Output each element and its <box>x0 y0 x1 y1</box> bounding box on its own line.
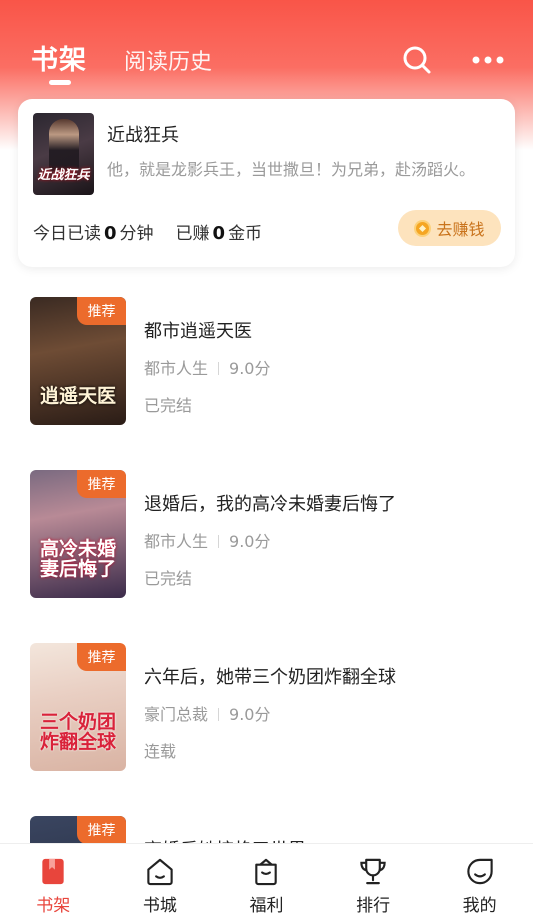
profile-icon <box>467 858 493 885</box>
book-score: 9.0分 <box>229 359 271 378</box>
nav-label: 书城 <box>142 896 177 916</box>
earned-unit: 金币 <box>228 224 263 244</box>
recommend-badge: 推荐 <box>77 297 126 325</box>
nav-item-bookstore[interactable]: 书城 <box>107 844 214 916</box>
nav-item-welfare[interactable]: 福利 <box>213 844 320 916</box>
book-title[interactable]: 退婚后，我的高冷未婚妻后悔了 <box>144 490 396 516</box>
book-cover[interactable]: 三个奶团炸翻全球 推荐 <box>30 643 126 771</box>
current-book-title[interactable]: 近战狂兵 <box>107 121 179 147</box>
welfare-icon <box>255 858 278 886</box>
top-bar: 书架 阅读历史 <box>0 0 533 100</box>
more-icon[interactable] <box>470 46 506 74</box>
current-reading-card[interactable]: 近战狂兵 近战狂兵 他，就是龙影兵王，当世撒旦！为兄弟，赴汤蹈火。 今日已读 0 分… <box>18 99 515 267</box>
nav-item-bookshelf[interactable]: 书架 <box>0 844 107 916</box>
book-list-item[interactable]: 逍遥天医 推荐 都市逍遥天医 都市人生 9.0分 已完结 <box>0 297 533 427</box>
reading-stats: 今日已读 0 分钟 已赚 0 金币 <box>33 219 262 244</box>
nav-label: 排行 <box>356 896 391 916</box>
book-score: 9.0分 <box>229 705 271 724</box>
coin-icon <box>414 219 432 237</box>
earned-label: 已赚 <box>175 224 210 244</box>
book-list-item[interactable]: 高冷未婚妻后悔了 推荐 退婚后，我的高冷未婚妻后悔了 都市人生 9.0分 已完结 <box>0 470 533 600</box>
book-list-item[interactable]: 三个奶团炸翻全球 推荐 六年后，她带三个奶团炸翻全球 豪门总裁 9.0分 连载 <box>0 643 533 773</box>
nav-label: 书架 <box>36 896 71 916</box>
book-category: 都市人生 <box>144 532 209 551</box>
meta-divider <box>218 535 220 548</box>
search-icon[interactable] <box>401 44 433 76</box>
earned-value: 0 <box>212 223 226 244</box>
cover-title-text: 三个奶团炸翻全球 <box>39 711 116 754</box>
current-book-description: 他，就是龙影兵王，当世撒旦！为兄弟，赴汤蹈火。 <box>107 160 476 179</box>
book-score: 9.0分 <box>229 532 271 551</box>
book-meta: 豪门总裁 9.0分 <box>144 701 270 725</box>
tab-reading-history[interactable]: 阅读历史 <box>124 44 212 76</box>
book-meta: 都市人生 9.0分 <box>144 355 270 379</box>
earn-money-label: 去赚钱 <box>436 220 485 239</box>
meta-divider <box>218 708 220 721</box>
book-category: 都市人生 <box>144 359 209 378</box>
current-book-cover[interactable]: 近战狂兵 <box>33 113 94 195</box>
bottom-navigation: 书架 书城 福利 排行 我的 <box>0 843 533 916</box>
book-category: 豪门总裁 <box>144 705 209 724</box>
nav-label: 福利 <box>249 896 284 916</box>
nav-item-profile[interactable]: 我的 <box>426 844 533 916</box>
tab-bookshelf[interactable]: 书架 <box>31 38 87 77</box>
book-status: 已完结 <box>144 396 193 415</box>
tab-active-indicator <box>49 80 71 85</box>
read-today-label: 今日已读 <box>33 224 101 244</box>
nav-item-ranking[interactable]: 排行 <box>320 844 427 916</box>
recommend-badge: 推荐 <box>77 816 126 844</box>
book-meta: 都市人生 9.0分 <box>144 528 270 552</box>
cover-title-text: 近战狂兵 <box>37 168 90 183</box>
book-title[interactable]: 都市逍遥天医 <box>144 317 252 343</box>
trophy-icon <box>360 858 386 885</box>
meta-divider <box>218 362 220 375</box>
earn-money-button[interactable]: 去赚钱 <box>398 210 501 246</box>
book-cover[interactable]: 逍遥天医 推荐 <box>30 297 126 425</box>
book-title[interactable]: 六年后，她带三个奶团炸翻全球 <box>144 663 396 689</box>
book-status: 已完结 <box>144 569 193 588</box>
read-today-value: 0 <box>104 223 117 244</box>
book-cover[interactable]: 高冷未婚妻后悔了 推荐 <box>30 470 126 598</box>
recommend-badge: 推荐 <box>77 470 126 498</box>
cover-title-text: 高冷未婚妻后悔了 <box>39 538 116 581</box>
cover-title-text: 逍遥天医 <box>39 385 116 408</box>
bookstore-icon <box>147 858 173 886</box>
bookshelf-icon <box>42 858 64 885</box>
nav-label: 我的 <box>462 896 497 916</box>
recommend-badge: 推荐 <box>77 643 126 671</box>
book-status: 连载 <box>144 742 177 761</box>
read-today-unit: 分钟 <box>119 224 154 244</box>
